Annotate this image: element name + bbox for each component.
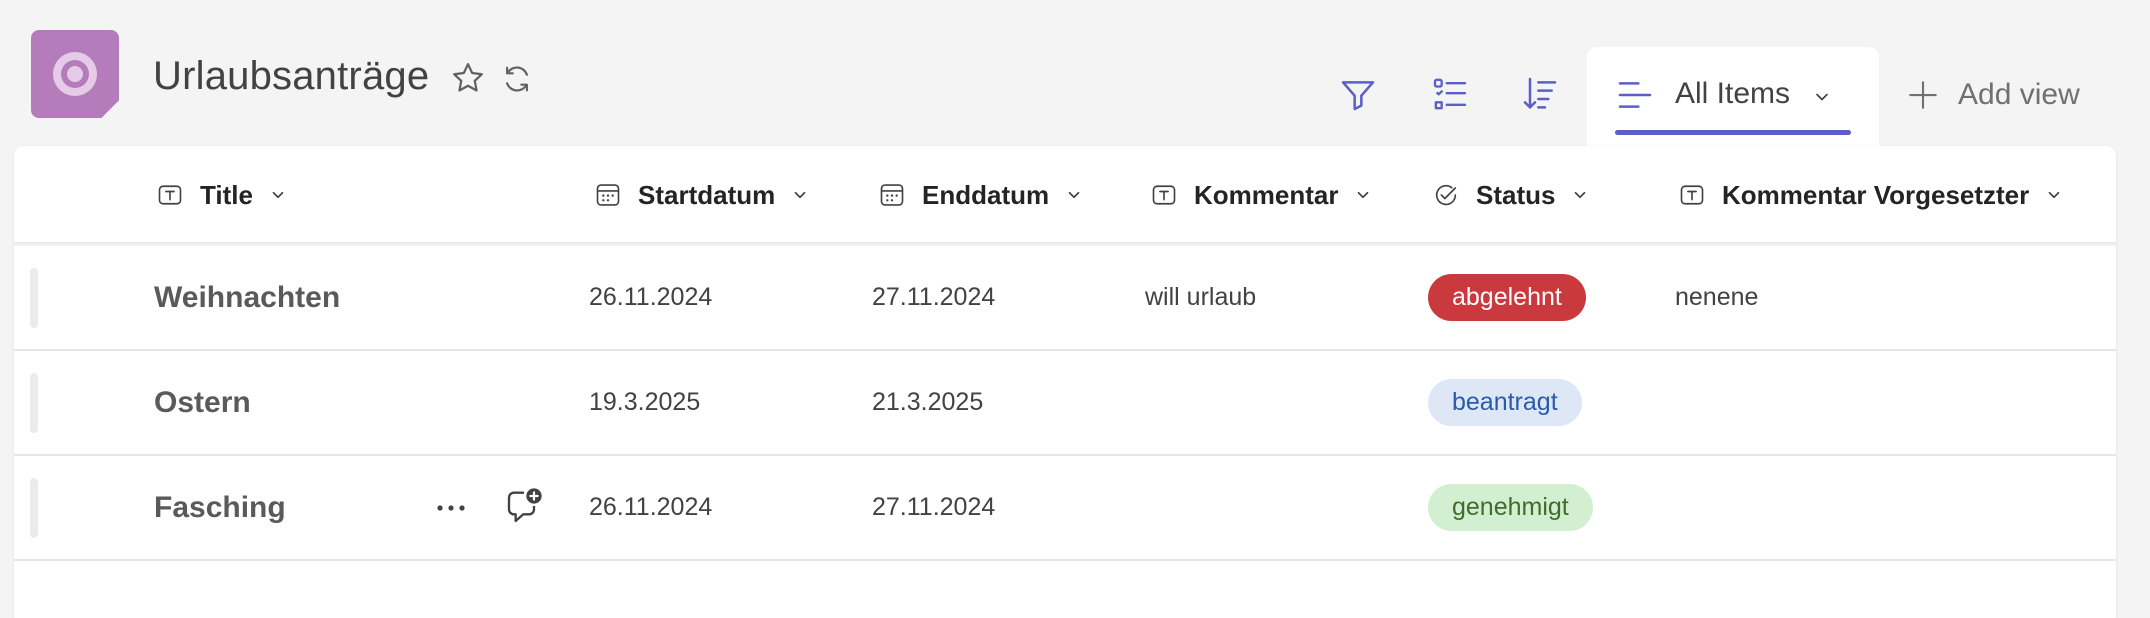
column-header-startdatum[interactable]: Startdatum — [594, 146, 809, 244]
row-selector[interactable] — [30, 268, 38, 328]
filter-icon[interactable] — [1338, 74, 1378, 114]
page-title: Urlaubsanträge — [153, 54, 430, 98]
column-label: Enddatum — [922, 179, 1050, 210]
add-view-label: Add view — [1958, 78, 2080, 111]
column-header-enddatum[interactable]: Enddatum — [878, 146, 1083, 244]
add-view-button[interactable]: Add view — [1906, 75, 2080, 115]
column-label: Kommentar — [1194, 179, 1339, 210]
text-type-icon — [1152, 185, 1176, 205]
cell-title[interactable]: Weihnachten — [154, 246, 340, 349]
add-comment-icon[interactable] — [504, 486, 544, 526]
check-circle-icon — [1435, 184, 1457, 206]
sync-icon[interactable] — [500, 62, 534, 96]
status-badge: abgelehnt — [1428, 274, 1586, 321]
cell-enddatum: 27.11.2024 — [872, 493, 996, 521]
text-type-icon — [1680, 185, 1704, 205]
cell-startdatum: 26.11.2024 — [589, 283, 713, 311]
sort-icon[interactable] — [1520, 74, 1560, 114]
column-label: Kommentar Vorgesetzter — [1722, 179, 2030, 210]
column-header-kommentar[interactable]: Kommentar — [1150, 146, 1372, 244]
cell-enddatum: 27.11.2024 — [872, 283, 996, 311]
column-label: Status — [1476, 179, 1556, 210]
column-label: Title — [200, 179, 253, 210]
checklist-icon[interactable] — [1430, 74, 1470, 114]
cell-title[interactable]: Ostern — [154, 351, 251, 454]
status-badge: genehmigt — [1428, 484, 1593, 531]
column-header-status[interactable]: Status — [1432, 146, 1589, 244]
cell-enddatum: 21.3.2025 — [872, 388, 984, 416]
chevron-down-icon — [1068, 191, 1080, 199]
cell-kommentar-vorgesetzter: nenene — [1675, 283, 1759, 311]
cell-startdatum: 26.11.2024 — [589, 493, 713, 521]
more-options-icon[interactable] — [434, 496, 468, 520]
chevron-down-icon — [2048, 191, 2060, 199]
table-row[interactable]: Weihnachten 26.11.2024 27.11.2024 will u… — [14, 246, 2116, 351]
chevron-down-icon — [794, 191, 806, 199]
table-row[interactable]: Ostern 19.3.2025 21.3.2025 beantragt — [14, 351, 2116, 456]
chevron-down-icon — [1816, 93, 1828, 101]
text-type-icon — [158, 185, 182, 205]
cell-kommentar: will urlaub — [1145, 283, 1257, 311]
row-selector[interactable] — [30, 478, 38, 538]
table-row[interactable]: Fasching 26.11.2024 27.11.2024 genehmigt — [14, 456, 2116, 561]
lines-icon — [1618, 82, 1652, 108]
plus-icon — [1909, 81, 1937, 109]
cell-title[interactable]: Fasching — [154, 456, 286, 559]
chevron-down-icon — [1358, 191, 1369, 199]
column-header-kommentar-vorgesetzter[interactable]: Kommentar Vorgesetzter — [1678, 146, 2063, 244]
chevron-down-icon — [272, 191, 284, 199]
view-label: All Items — [1675, 77, 1791, 110]
column-header-title[interactable]: Title — [156, 146, 287, 244]
row-selector[interactable] — [30, 373, 38, 433]
star-icon[interactable] — [450, 60, 486, 96]
active-tab-indicator — [1615, 130, 1851, 135]
calendar-icon — [880, 184, 904, 206]
cell-startdatum: 19.3.2025 — [589, 388, 701, 416]
chevron-down-icon — [1575, 191, 1586, 199]
view-selector-tab[interactable]: All Items — [1587, 47, 1879, 147]
list-app-icon — [31, 30, 119, 118]
status-badge: beantragt — [1428, 379, 1582, 426]
calendar-icon — [596, 184, 620, 206]
column-label: Startdatum — [638, 179, 776, 210]
list-grid: Title Startdatum Enddatum Kommentar Stat… — [14, 146, 2116, 618]
